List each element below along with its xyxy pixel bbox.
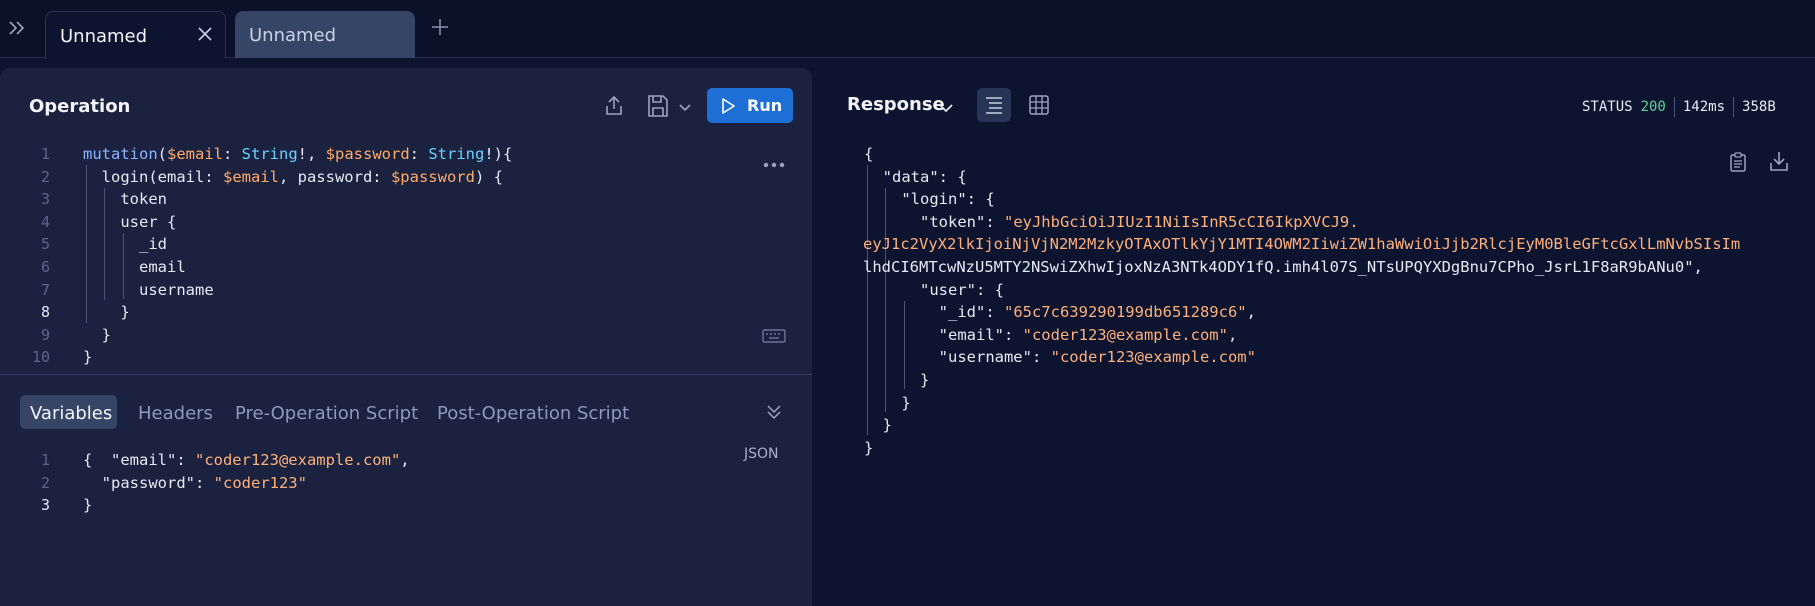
code-line: "login": { xyxy=(864,190,995,209)
code-line: "_id": "65c7c639290199db651289c6", xyxy=(864,303,1256,322)
code-line: lhdCI6MTcwNzU5MTY2NSwiZXhwIjoxNzA3NTk4OD… xyxy=(863,257,1703,276)
run-label: Run xyxy=(747,96,783,115)
code-line: } xyxy=(83,496,93,515)
response-status-bar: STATUS 200 142ms 358B xyxy=(1582,97,1776,117)
tab-unnamed-1[interactable]: Unnamed xyxy=(45,11,226,58)
response-time: 142ms xyxy=(1682,99,1726,115)
variables-editor[interactable]: { "email": "coder123@example.com", "pass… xyxy=(83,449,410,517)
code-line: "data": { xyxy=(864,167,967,186)
code-line: } xyxy=(83,303,130,322)
code-line: user { xyxy=(83,212,177,231)
line-number: 1 xyxy=(40,145,50,163)
line-number: 2 xyxy=(40,167,50,186)
close-icon[interactable] xyxy=(197,23,213,48)
operation-title: Operation xyxy=(29,96,131,117)
operation-editor[interactable]: mutation($email: String!, $password: Str… xyxy=(83,143,512,369)
line-number: 1 xyxy=(40,451,50,469)
line-number: 2 xyxy=(40,473,50,492)
line-number-gutter: 1 2 3 4 5 6 7 8 9 10 xyxy=(20,143,50,369)
code-line: } xyxy=(83,325,111,344)
line-number: 5 xyxy=(40,235,50,254)
double-chevron-right-icon[interactable] xyxy=(6,18,28,38)
code-line: "user": { xyxy=(864,280,1004,299)
code-line: token xyxy=(83,190,167,209)
line-number: 6 xyxy=(40,257,50,276)
text-view-icon[interactable] xyxy=(977,88,1011,122)
status-code-badge: 200 xyxy=(1640,99,1666,115)
divider xyxy=(1733,97,1735,117)
tab-unnamed-2[interactable]: Unnamed xyxy=(235,11,415,58)
code-line: mutation($email: String!, $password: Str… xyxy=(83,145,513,163)
line-number: 10 xyxy=(31,348,50,367)
code-line: { xyxy=(864,145,874,163)
chevron-down-icon[interactable] xyxy=(678,99,692,113)
table-view-icon[interactable] xyxy=(1028,94,1050,116)
download-icon[interactable] xyxy=(1769,150,1789,172)
code-line: eyJ1c2VyX2lkIjoiNjVjN2M2MzkyOTAxOTlkYjY1… xyxy=(863,235,1741,254)
line-number-gutter: 1 2 3 xyxy=(20,449,50,517)
panel-divider xyxy=(0,374,812,375)
status-label: STATUS xyxy=(1582,99,1633,115)
plus-icon[interactable] xyxy=(431,14,449,42)
line-number: 3 xyxy=(40,496,50,515)
tab-bar: Unnamed Unnamed xyxy=(0,0,1815,58)
tab-label: Unnamed xyxy=(249,25,337,46)
tab-post-operation-script[interactable]: Post-Operation Script xyxy=(427,395,639,429)
tab-headers[interactable]: Headers xyxy=(128,395,223,429)
more-horizontal-icon[interactable] xyxy=(762,154,786,168)
response-viewer[interactable]: { "data": { "login": { "token": "eyJhbGc… xyxy=(863,143,1741,459)
code-line: login(email: $email, password: $password… xyxy=(83,167,503,186)
code-line: email xyxy=(83,257,186,276)
line-number: 9 xyxy=(40,325,50,344)
chevron-down-icon[interactable] xyxy=(938,100,954,114)
code-line: "password": "coder123" xyxy=(83,473,307,492)
line-number: 4 xyxy=(40,212,50,231)
response-size: 358B xyxy=(1742,99,1776,115)
code-line: "token": "eyJhbGciOiJIUzI1NiIsInR5cCI6Ik… xyxy=(864,212,1359,231)
code-line: { "email": "coder123@example.com", xyxy=(83,451,410,469)
divider xyxy=(1673,97,1675,117)
line-number: 3 xyxy=(40,190,50,209)
code-line: } xyxy=(864,416,892,435)
tab-pre-operation-script[interactable]: Pre-Operation Script xyxy=(225,395,428,429)
line-number: 8 xyxy=(40,303,50,322)
keyboard-icon[interactable] xyxy=(762,328,786,343)
code-line: _id xyxy=(83,235,167,254)
code-line: "username": "coder123@example.com" xyxy=(864,348,1256,367)
code-line: } xyxy=(864,370,930,389)
format-label: JSON xyxy=(744,446,779,462)
tab-variables[interactable]: Variables xyxy=(20,395,117,429)
code-line: } xyxy=(83,348,93,367)
code-line: } xyxy=(864,438,874,457)
line-number: 7 xyxy=(40,280,50,299)
save-icon[interactable] xyxy=(646,93,670,119)
tab-label: Unnamed xyxy=(60,26,148,47)
share-icon[interactable] xyxy=(602,94,626,118)
response-title[interactable]: Response xyxy=(847,94,945,115)
run-button[interactable]: Run xyxy=(707,88,793,123)
code-line: } xyxy=(864,393,911,412)
code-line: username xyxy=(83,280,214,299)
code-line: "email": "coder123@example.com", xyxy=(864,325,1238,344)
collapse-chevron-icon[interactable] xyxy=(765,402,783,422)
